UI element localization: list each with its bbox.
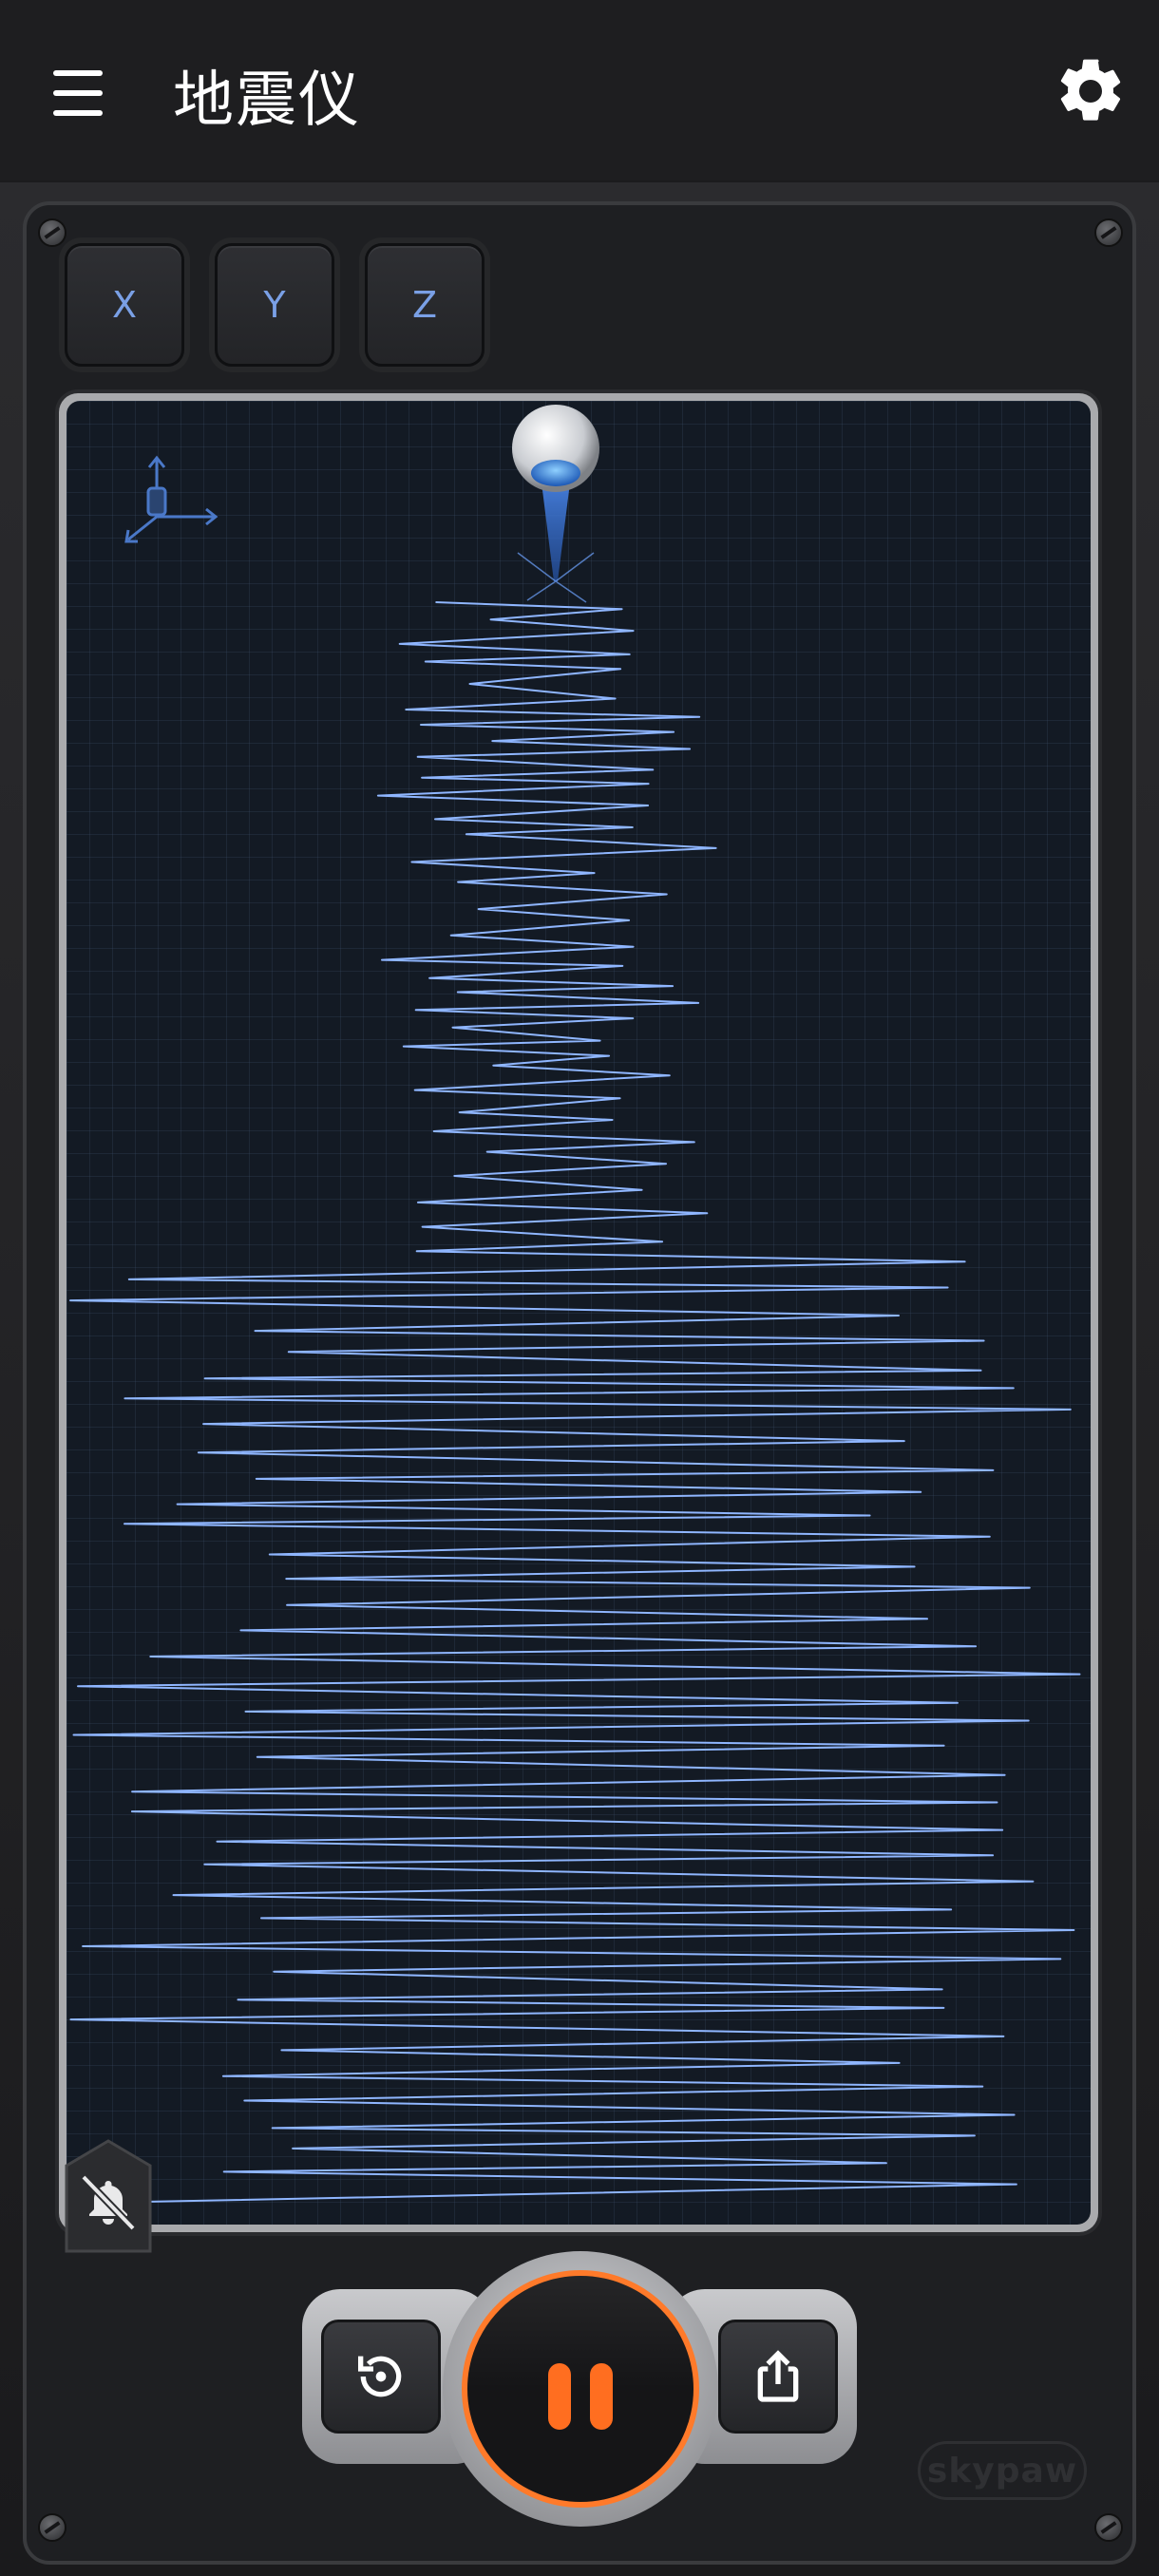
bell-off-icon [65, 2139, 152, 2253]
screw [1094, 218, 1123, 247]
settings-button[interactable] [1053, 53, 1129, 129]
screw [1094, 2513, 1123, 2542]
reset-button[interactable] [321, 2320, 441, 2434]
alarm-mute-button[interactable] [63, 2137, 154, 2257]
share-icon [757, 2350, 799, 2402]
device-axes-icon [124, 455, 218, 543]
screw [38, 218, 66, 247]
trace-line [69, 601, 1081, 2205]
axis-y-button[interactable]: Y [215, 243, 334, 367]
pause-button[interactable] [462, 2270, 699, 2508]
share-button[interactable] [718, 2320, 838, 2434]
history-reset-icon [358, 2356, 402, 2397]
app-title: 地震仪 [173, 66, 361, 136]
seismograph-display [66, 401, 1091, 2225]
top-app-bar: 地震仪 [0, 0, 1159, 180]
menu-button[interactable] [46, 59, 114, 127]
axis-x-button[interactable]: X [65, 243, 184, 367]
pause-icon [467, 2276, 694, 2502]
seismograph-trace [69, 601, 1081, 2205]
seismometer-app: 地震仪 X Y Z skypaw [0, 0, 1159, 2576]
screw [38, 2513, 66, 2542]
brand-logo: skypaw [918, 2441, 1087, 2500]
gear-icon [1060, 59, 1121, 121]
seismograph-needle [512, 405, 599, 603]
seismograph-frame [59, 393, 1098, 2232]
axis-z-button[interactable]: Z [365, 243, 484, 367]
